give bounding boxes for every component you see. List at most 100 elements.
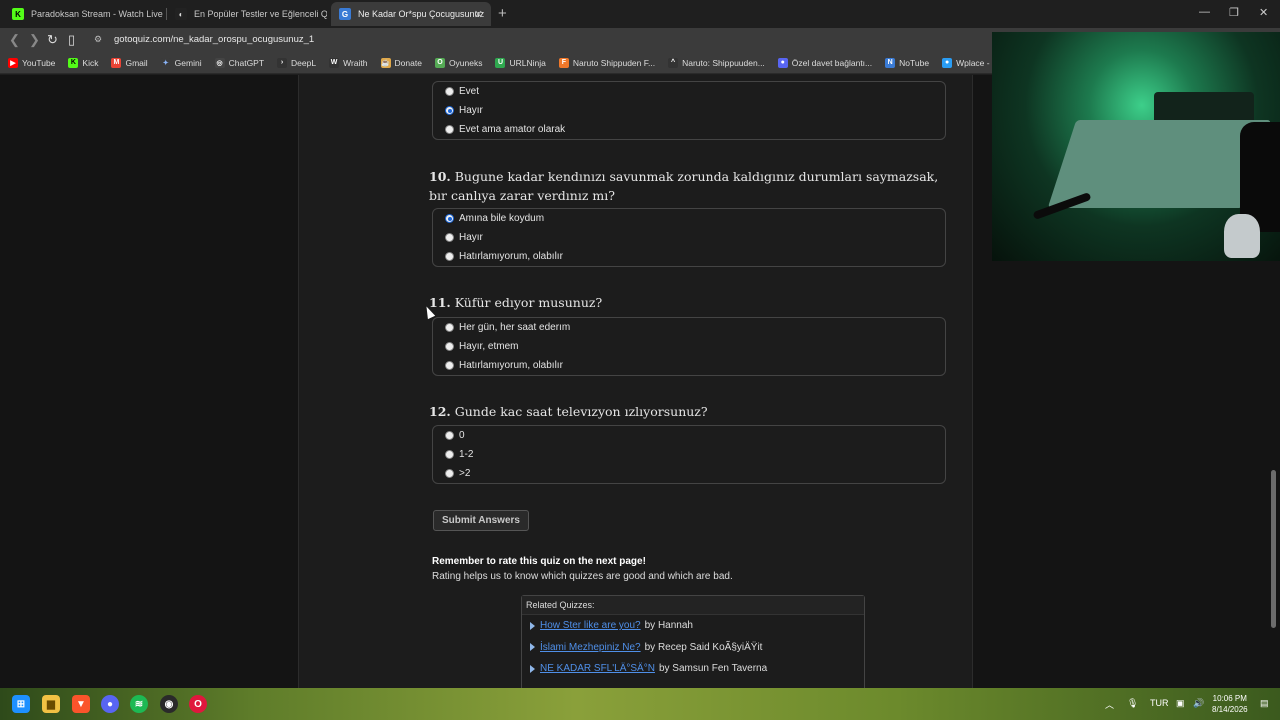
windows-start-icon[interactable]: ⊞: [12, 695, 30, 713]
obs-icon[interactable]: ◉: [160, 695, 178, 713]
bookmark-notube[interactable]: N NoTube: [885, 57, 929, 68]
radio-button[interactable]: [445, 469, 454, 478]
radio-button[interactable]: [445, 252, 454, 261]
restore-icon[interactable]: ❐: [1229, 6, 1239, 19]
quiz-content: Evet Hayır Evet ama amator olarak 10. Bu…: [298, 75, 973, 688]
bookmark-oyuneks[interactable]: O Oyuneks: [434, 57, 482, 68]
q12-option[interactable]: 1-2: [433, 445, 945, 464]
triangle-bullet-icon: [530, 664, 535, 673]
microphone-icon[interactable]: 🎙: [1127, 698, 1138, 709]
related-quiz-item: İslami Mezhepiniz Ne? by Recep Said KoÃ§…: [522, 637, 864, 659]
q12-options: 0 1-2 >2: [432, 425, 946, 484]
wraith-icon: W: [329, 57, 340, 68]
radio-button-checked[interactable]: [445, 106, 454, 115]
related-quiz-author: by Hannah: [644, 620, 693, 632]
bookmark-chatgpt[interactable]: ◎ ChatGPT: [214, 57, 264, 68]
forward-icon[interactable]: ❯: [29, 32, 40, 48]
bookmark-naruto-1[interactable]: F Naruto Shippuden F...: [558, 57, 655, 68]
bookmark-naruto-2[interactable]: ^ Naruto: Shippuuden...: [668, 57, 765, 68]
tab-kick-stream[interactable]: K Paradoksan Stream - Watch Live on K: [4, 2, 164, 26]
bookmark-icon[interactable]: ▯: [68, 32, 75, 48]
q11-option[interactable]: Hayır, etmem: [433, 337, 945, 356]
reload-icon[interactable]: ↻: [47, 32, 58, 48]
close-tab-icon[interactable]: ✕: [474, 8, 483, 21]
spotify-icon[interactable]: ≋: [130, 695, 148, 713]
radio-button[interactable]: [445, 342, 454, 351]
related-quiz-author: by Samsun Fen Taverna: [658, 663, 768, 675]
language-indicator[interactable]: TUR: [1150, 698, 1169, 708]
opera-icon[interactable]: O: [189, 695, 207, 713]
rate-reminder-text: Rating helps us to know which quizzes ar…: [432, 571, 733, 582]
q9-option[interactable]: Evet ama amator olarak: [433, 120, 945, 139]
coffee-icon: ☕: [380, 57, 391, 68]
minimize-icon[interactable]: —: [1199, 6, 1210, 18]
radio-button[interactable]: [445, 233, 454, 242]
anime-icon: ^: [668, 57, 679, 68]
bookmark-wraith[interactable]: W Wraith: [329, 57, 368, 68]
radio-button[interactable]: [445, 450, 454, 459]
site-icon: ◐: [175, 8, 187, 20]
bookmark-deepl[interactable]: › DeepL: [277, 57, 316, 68]
close-window-icon[interactable]: ✕: [1259, 6, 1268, 19]
oyuneks-icon: O: [434, 57, 445, 68]
gotoquiz-icon: G: [339, 8, 351, 20]
q10-option[interactable]: Amına bile koydum: [433, 209, 945, 228]
related-quiz-item: How Ster like are you? by Hannah: [522, 615, 864, 637]
radio-button-checked[interactable]: [445, 214, 454, 223]
network-icon[interactable]: ▣: [1176, 698, 1185, 709]
notube-icon: N: [885, 57, 896, 68]
back-icon[interactable]: ❮: [9, 32, 20, 48]
bookmark-urlninja[interactable]: U URLNinja: [495, 57, 546, 68]
radio-button[interactable]: [445, 323, 454, 332]
notification-icon[interactable]: ▤: [1260, 698, 1269, 709]
radio-button[interactable]: [445, 125, 454, 134]
file-explorer-icon[interactable]: ▆: [42, 695, 60, 713]
related-quiz-link[interactable]: How Ster like are you?: [540, 620, 641, 631]
q11-option[interactable]: Hatırlamıyorum, olabılır: [433, 356, 945, 375]
submit-answers-button[interactable]: Submit Answers: [433, 510, 529, 531]
bookmark-gemini[interactable]: ✦ Gemini: [160, 57, 202, 68]
tab-quiz-list[interactable]: ◐ En Popüler Testler ve Eğlenceli Quizle: [167, 2, 327, 26]
clock-time: 10:06 PM: [1212, 694, 1247, 703]
radio-button[interactable]: [445, 361, 454, 370]
gemini-icon: ✦: [160, 57, 171, 68]
q11-options: Her gün, her saat ederım Hayır, etmem Ha…: [432, 317, 946, 376]
page-scrollbar[interactable]: [1271, 470, 1276, 628]
kick-icon: K: [12, 8, 24, 20]
site-info-icon[interactable]: ⚙: [94, 34, 102, 45]
radio-button[interactable]: [445, 431, 454, 440]
radio-button[interactable]: [445, 87, 454, 96]
bookmark-kick[interactable]: K Kick: [68, 57, 98, 68]
bookmark-donate[interactable]: ☕ Donate: [380, 57, 422, 68]
q9-option[interactable]: Hayır: [433, 101, 945, 120]
q12-option[interactable]: 0: [433, 426, 945, 445]
bookmark-discord-invite[interactable]: ● Özel davet bağlantı...: [777, 57, 872, 68]
brave-browser-icon[interactable]: ▼: [72, 695, 90, 713]
tray-overflow-icon[interactable]: ︿: [1105, 698, 1114, 711]
related-quiz-link[interactable]: NE KADAR SFL'LÄ°SÄ°N: [540, 663, 655, 674]
taskbar-clock[interactable]: 10:06 PM 8/14/2026: [1212, 693, 1248, 715]
naruto-icon: F: [558, 57, 569, 68]
tab-active-quiz[interactable]: G Ne Kadar Or*spu Çocugusunuz ✕: [331, 2, 491, 26]
bookmark-gmail[interactable]: M Gmail: [111, 57, 148, 68]
q12-option[interactable]: >2: [433, 464, 945, 483]
tab-title: En Popüler Testler ve Eğlenceli Quizle: [194, 9, 327, 19]
related-quiz-link[interactable]: İslami Mezhepiniz Ne?: [540, 642, 641, 653]
webcam-overlay: [992, 32, 1280, 261]
ninja-icon: U: [495, 57, 506, 68]
q10-option[interactable]: Hatırlamıyorum, olabılır: [433, 247, 945, 266]
volume-icon[interactable]: 🔊: [1193, 698, 1204, 709]
bookmark-youtube[interactable]: ▶ YouTube: [8, 57, 55, 68]
discord-icon[interactable]: ●: [101, 695, 119, 713]
youtube-icon: ▶: [8, 57, 18, 68]
tab-strip: K Paradoksan Stream - Watch Live on K ◐ …: [0, 0, 1280, 28]
wplace-icon: ●: [942, 57, 953, 68]
new-tab-button[interactable]: +: [498, 5, 507, 22]
related-quizzes-heading: Related Quizzes:: [522, 596, 864, 615]
url-field[interactable]: gotoquiz.com/ne_kadar_orospu_ocugusunuz_…: [114, 34, 314, 45]
q9-option[interactable]: Evet: [433, 82, 945, 101]
webcam-cat: [1224, 214, 1260, 258]
q10-option[interactable]: Hayır: [433, 228, 945, 247]
q11-option[interactable]: Her gün, her saat ederım: [433, 318, 945, 337]
related-quiz-item: NE KADAR SFL'LÄ°SÄ°N by Samsun Fen Taver…: [522, 658, 864, 680]
